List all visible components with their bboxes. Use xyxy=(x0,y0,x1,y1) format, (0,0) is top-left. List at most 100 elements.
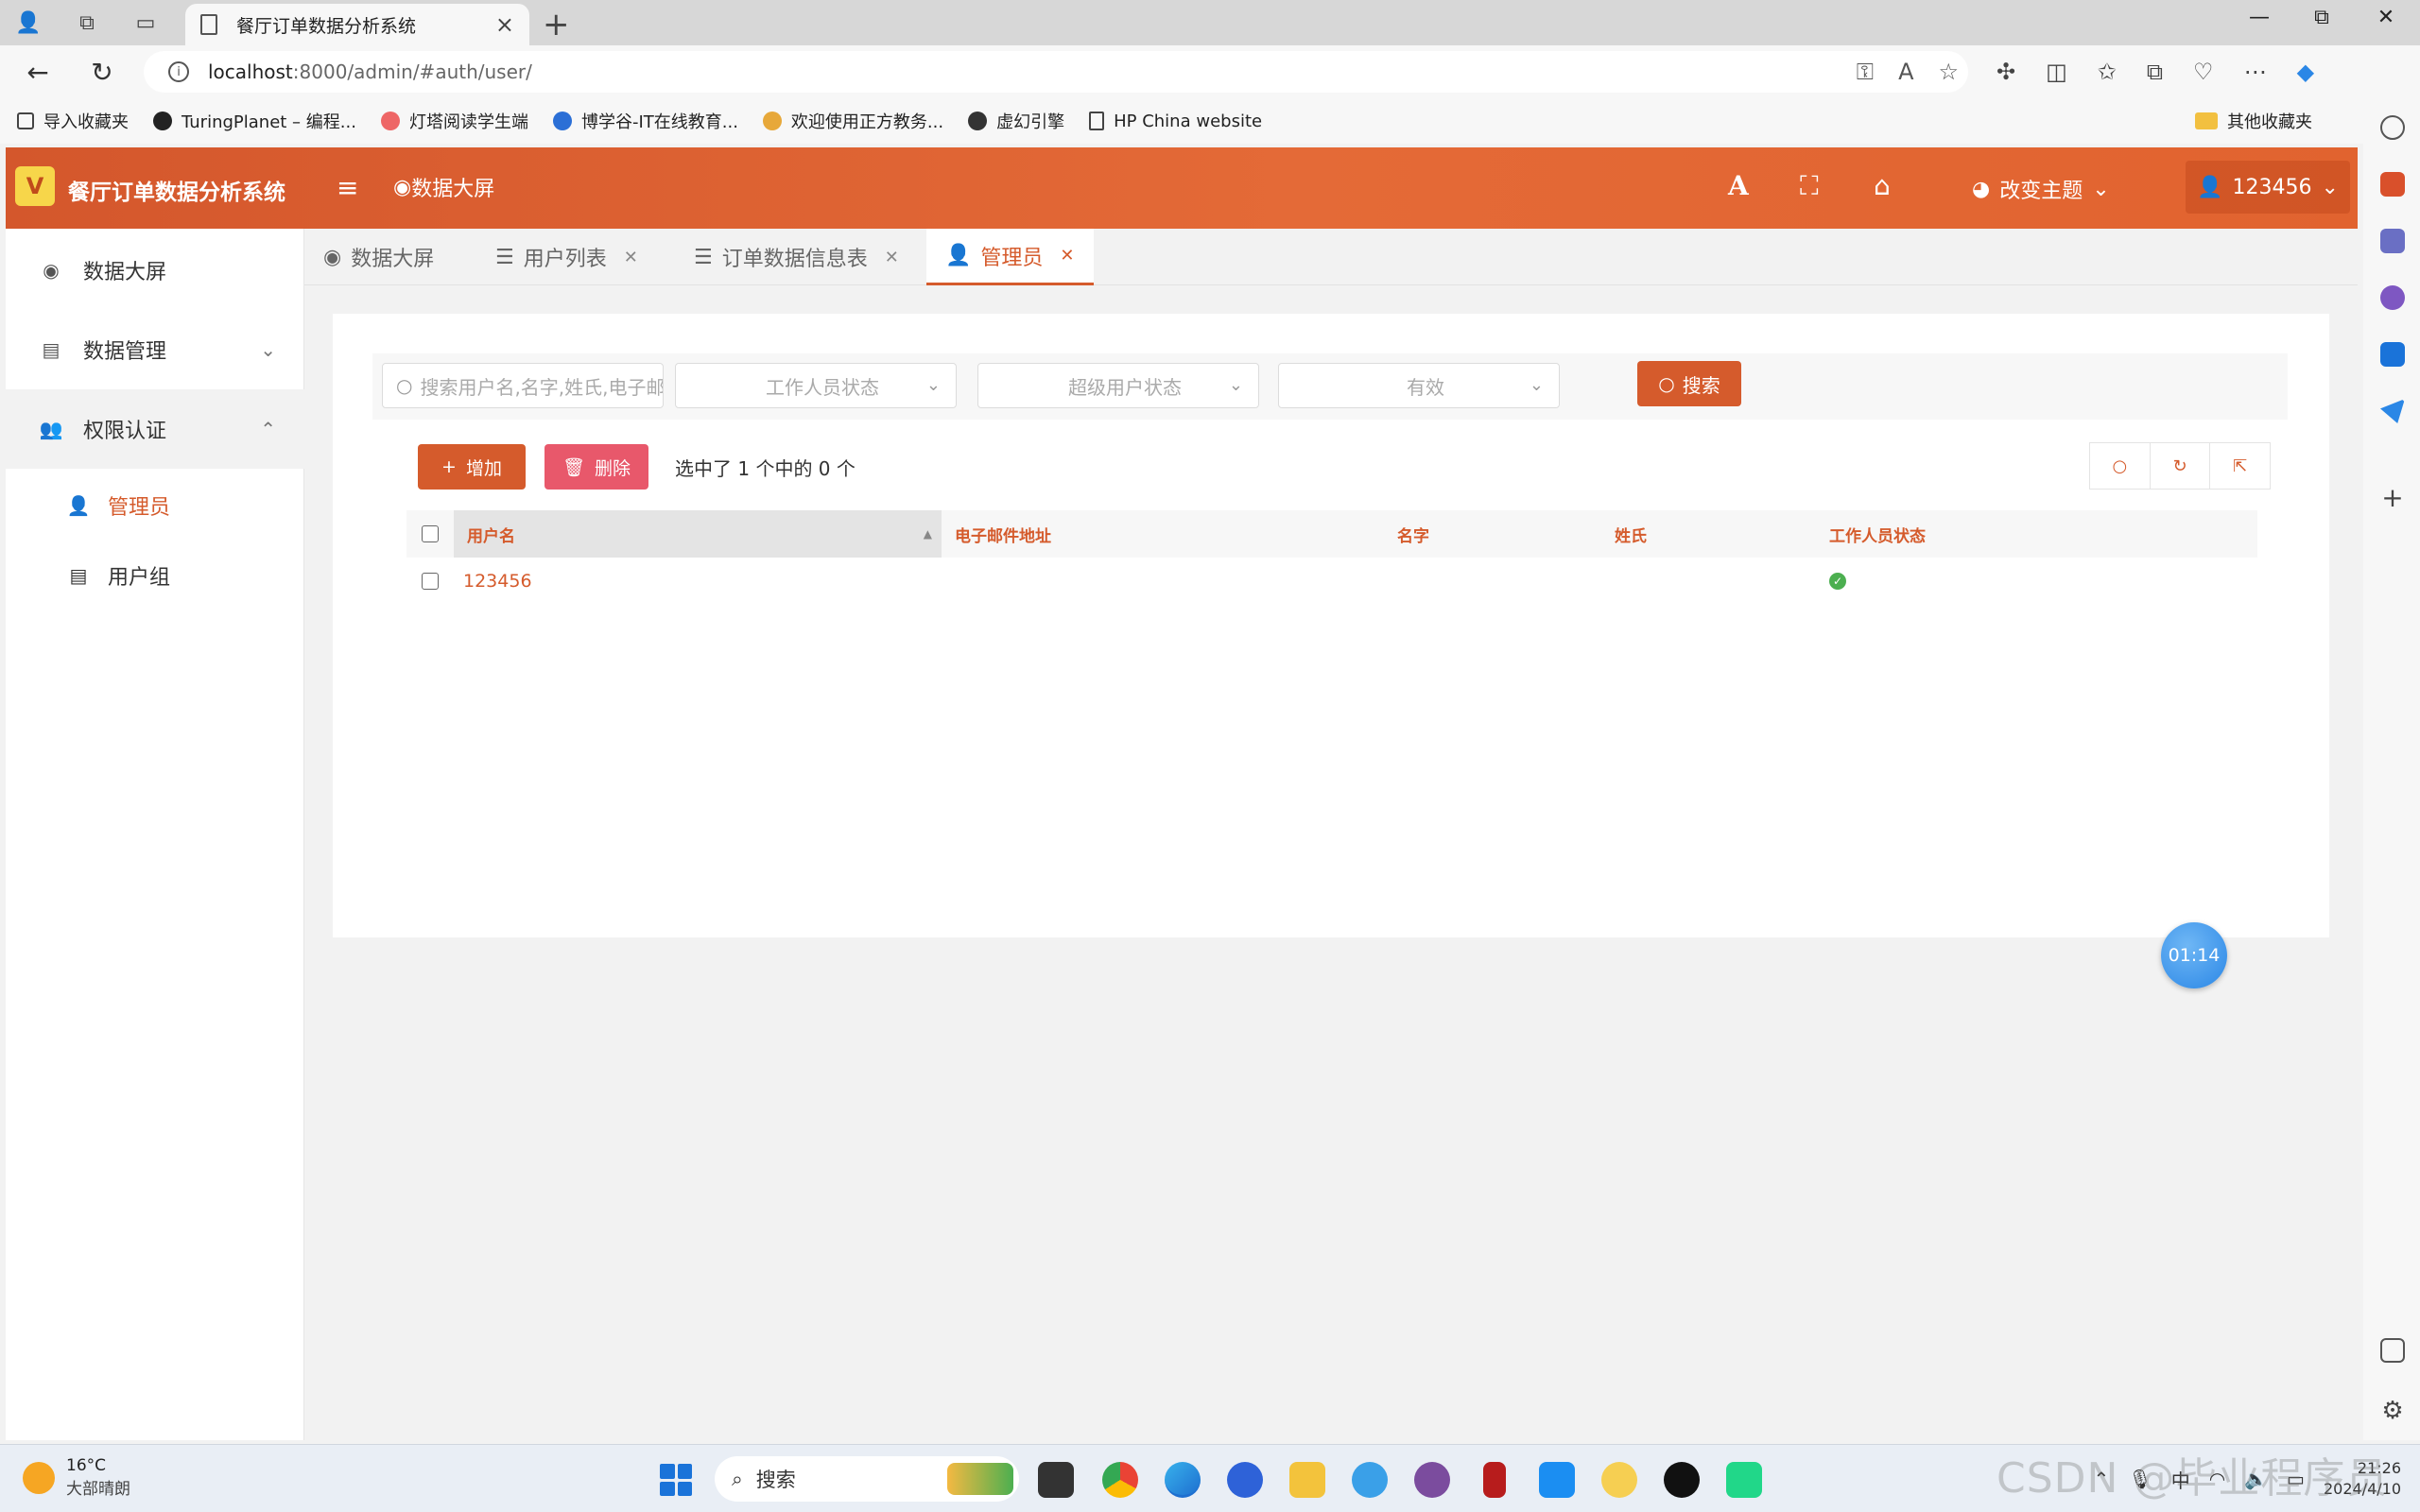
folder-icon xyxy=(2195,112,2218,129)
row-checkbox[interactable] xyxy=(422,558,439,605)
search-icon[interactable] xyxy=(2380,115,2405,140)
profile-icon[interactable]: 👤 xyxy=(13,8,43,38)
add-icon[interactable]: + xyxy=(2380,485,2405,511)
minimize-button[interactable]: — xyxy=(2240,6,2278,29)
toolbox-icon[interactable] xyxy=(2380,172,2405,197)
home-icon[interactable]: ⌂ xyxy=(1874,170,1891,201)
delete-button[interactable]: 🗑 删除 xyxy=(544,444,648,490)
copilot-icon[interactable]: ◆ xyxy=(2297,59,2314,85)
reload-button[interactable]: ↻ xyxy=(85,57,119,88)
active-status-select[interactable]: 有效 ⌄ xyxy=(1278,363,1560,408)
files-app-icon[interactable] xyxy=(1038,1462,1074,1498)
tab-dashboard[interactable]: ◉ 数据大屏 xyxy=(304,229,453,285)
username-link[interactable]: 123456 xyxy=(463,558,532,605)
sidebar: ◉ 数据大屏 ▤ 数据管理 ⌄ 👥 权限认证 ⌃ 👤 管理员 ▤ 用户组 xyxy=(6,229,304,1440)
tab-order-data[interactable]: ☰ 订单数据信息表 ✕ xyxy=(675,229,918,285)
tab-user-list[interactable]: ☰ 用户列表 ✕ xyxy=(476,229,657,285)
sidebar-item-data-management[interactable]: ▤ 数据管理 ⌄ xyxy=(6,310,304,389)
outlook-icon[interactable] xyxy=(2380,342,2405,367)
blue-app-icon[interactable] xyxy=(1539,1462,1575,1498)
split-screen-icon[interactable]: ◫ xyxy=(2046,59,2067,85)
admin-table: 用户名 ▲ 电子邮件地址 名字 姓氏 工作人员状态 123456 ✓ xyxy=(406,510,2257,605)
search-input[interactable]: ○搜索用户名,名字,姓氏,电子邮件地址 xyxy=(382,363,664,408)
search-button[interactable]: ○ 搜索 xyxy=(1637,361,1741,406)
chrome-icon[interactable] xyxy=(1102,1462,1138,1498)
close-tab-icon[interactable]: × xyxy=(495,11,514,38)
extensions-icon[interactable]: ✣ xyxy=(1996,59,2015,85)
staff-status-select[interactable]: 工作人员状态 ⌄ xyxy=(675,363,957,408)
sidebar-item-auth[interactable]: 👥 权限认证 ⌃ xyxy=(6,389,304,469)
collections-icon[interactable]: ⧉ xyxy=(2147,59,2163,85)
read-aloud-icon[interactable]: A xyxy=(1898,59,1913,85)
favorite-star-icon[interactable]: ☆ xyxy=(1938,59,1959,85)
menu-toggle-icon[interactable]: ≡ xyxy=(337,172,358,203)
restore-button[interactable]: ⧉ xyxy=(2303,6,2341,29)
workspaces-icon[interactable]: ⧉ xyxy=(72,8,102,38)
dashboard-link[interactable]: ◉ 数据大屏 xyxy=(393,172,494,202)
bookmark-turingplanet[interactable]: TuringPlanet – 编程... xyxy=(153,109,356,133)
floating-timer[interactable]: 01:14 xyxy=(2161,922,2227,988)
app-icon-blue[interactable] xyxy=(1227,1462,1263,1498)
edge-icon[interactable] xyxy=(1165,1462,1201,1498)
select-all-checkbox[interactable] xyxy=(422,510,439,558)
bookmark-import[interactable]: 导入收藏夹 xyxy=(17,109,129,133)
bookmark-hp[interactable]: HP China website xyxy=(1089,112,1262,131)
bookmark-zhengfang[interactable]: 欢迎使用正方教务... xyxy=(762,109,943,133)
qq-icon[interactable] xyxy=(1664,1462,1700,1498)
pycharm-icon[interactable] xyxy=(1726,1462,1762,1498)
bookmark-lighthouse[interactable]: 灯塔阅读学生端 xyxy=(380,109,528,133)
start-button[interactable] xyxy=(660,1464,692,1496)
more-menu-icon[interactable]: ⋯ xyxy=(2244,59,2267,85)
add-button[interactable]: + 增加 xyxy=(418,444,526,490)
tab-admin[interactable]: 👤 管理员 ✕ xyxy=(926,229,1094,285)
file-explorer-icon[interactable] xyxy=(1289,1462,1325,1498)
chevron-down-icon: ⌄ xyxy=(2321,175,2339,199)
chat-app-icon[interactable] xyxy=(1352,1462,1388,1498)
settings-icon[interactable]: ⚙ xyxy=(2380,1399,2405,1423)
password-key-icon[interactable]: ⚿ xyxy=(1857,59,1874,85)
bookmark-boxuegu[interactable]: 博学谷-IT在线教育... xyxy=(552,109,738,133)
fullscreen-icon[interactable]: ⛶ xyxy=(1800,170,1819,202)
close-tab-icon[interactable]: ✕ xyxy=(885,248,899,267)
address-bar[interactable]: i localhost:8000/admin/#auth/user/ ⚿ A ☆ xyxy=(144,51,1968,93)
close-tab-icon[interactable]: ✕ xyxy=(1060,246,1074,266)
sidebar-item-dashboard[interactable]: ◉ 数据大屏 xyxy=(6,231,304,310)
tab-actions-icon[interactable]: ▭ xyxy=(130,8,161,38)
send-icon[interactable] xyxy=(2380,399,2405,423)
toggle-search-icon[interactable]: ○ xyxy=(2090,443,2151,489)
eye-icon: ◉ xyxy=(323,245,342,269)
column-first-name[interactable]: 名字 xyxy=(1397,510,1429,558)
back-button[interactable]: ← xyxy=(21,57,55,88)
change-theme-button[interactable]: ◕ 改变主题 ⌄ xyxy=(1972,174,2110,204)
user-menu-button[interactable]: 👤 123456 ⌄ xyxy=(2186,161,2350,214)
font-size-icon[interactable]: A xyxy=(1728,170,1749,201)
weather-widget[interactable]: 16°C 大部晴朗 xyxy=(23,1456,130,1499)
user-icon: 👤 xyxy=(945,244,972,267)
bookmark-unreal[interactable]: 虚幻引擎 xyxy=(968,109,1064,133)
site-info-icon[interactable]: i xyxy=(168,61,189,82)
close-window-button[interactable]: ✕ xyxy=(2367,6,2405,29)
red-app-icon[interactable] xyxy=(1483,1462,1506,1498)
browser-essentials-icon[interactable]: ♡ xyxy=(2193,59,2214,85)
copilot-app-icon[interactable] xyxy=(2380,285,2405,310)
screenshot-icon[interactable] xyxy=(2380,1338,2405,1363)
page-tabs: ◉ 数据大屏 ☰ 用户列表 ✕ ☰ 订单数据信息表 ✕ 👤 管理员 ✕ xyxy=(304,229,2358,285)
superuser-status-select[interactable]: 超级用户状态 ⌄ xyxy=(977,363,1259,408)
other-bookmarks[interactable]: 其他收藏夹 xyxy=(2195,109,2312,133)
column-username[interactable]: 用户名 ▲ xyxy=(454,510,942,558)
column-email[interactable]: 电子邮件地址 xyxy=(955,510,1051,558)
games-icon[interactable] xyxy=(2380,229,2405,253)
favorites-icon[interactable]: ✩ xyxy=(2098,59,2117,85)
browser-tab[interactable]: 餐厅订单数据分析系统 × xyxy=(185,4,529,45)
column-last-name[interactable]: 姓氏 xyxy=(1615,510,1647,558)
yellow-app-icon[interactable] xyxy=(1601,1462,1637,1498)
refresh-icon[interactable]: ↻ xyxy=(2151,443,2211,489)
close-tab-icon[interactable]: ✕ xyxy=(624,248,638,267)
taskbar-search[interactable]: ⌕ 搜索 xyxy=(715,1456,1019,1502)
column-staff-status[interactable]: 工作人员状态 xyxy=(1829,510,1926,558)
sidebar-item-admin[interactable]: 👤 管理员 xyxy=(6,471,304,541)
new-tab-button[interactable]: + xyxy=(543,6,570,43)
sidebar-item-user-group[interactable]: ▤ 用户组 xyxy=(6,541,304,610)
avatar-app-icon[interactable] xyxy=(1414,1462,1450,1498)
export-icon[interactable]: ⇱ xyxy=(2210,443,2270,489)
